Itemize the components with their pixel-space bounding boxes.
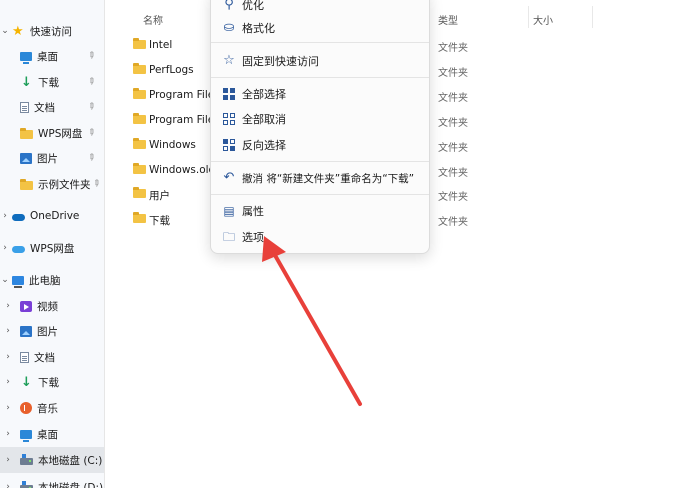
arrow-shaft [270, 248, 362, 406]
annotation-arrow [262, 236, 362, 406]
arrow-head [262, 236, 286, 262]
